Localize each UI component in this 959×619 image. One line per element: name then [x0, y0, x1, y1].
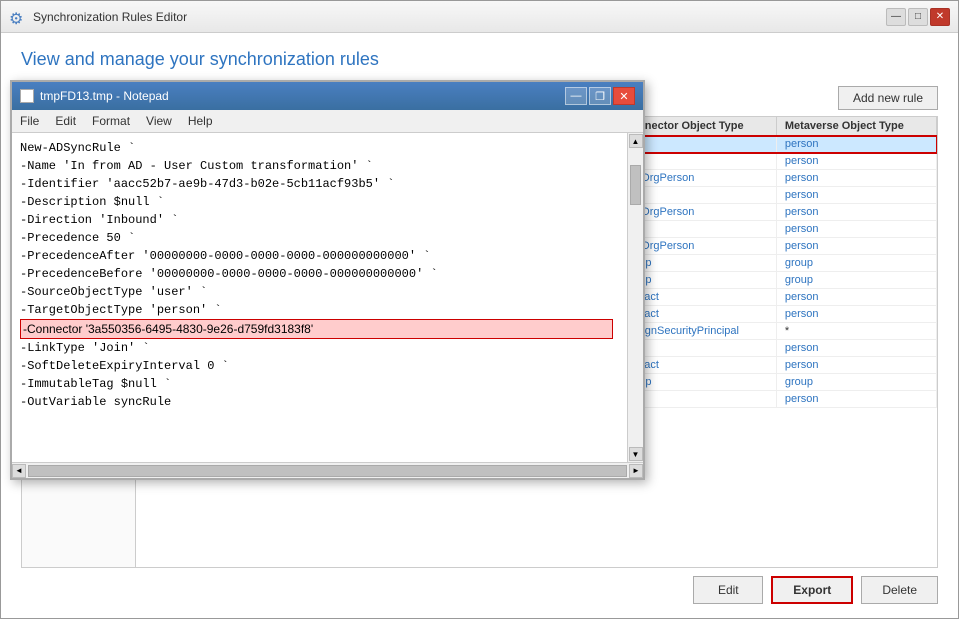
main-window: ⚙ Synchronization Rules Editor — □ ✕ Vie… [0, 0, 959, 619]
np-minimize-button[interactable]: — [565, 87, 587, 105]
notepad-scrollbar[interactable]: ▲ ▼ [627, 133, 643, 462]
export-button[interactable]: Export [771, 576, 853, 604]
np-restore-button[interactable]: ❐ [589, 87, 611, 105]
title-bar: ⚙ Synchronization Rules Editor — □ ✕ [1, 1, 958, 33]
page-heading: View and manage your synchronization rul… [21, 49, 938, 70]
delete-button[interactable]: Delete [861, 576, 938, 604]
notepad-title-text: tmpFD13.tmp - Notepad [40, 89, 169, 103]
window-controls: — □ ✕ [886, 8, 950, 26]
window-title: Synchronization Rules Editor [33, 10, 187, 24]
menu-view[interactable]: View [138, 112, 180, 130]
scrollbar-thumb[interactable] [630, 165, 641, 205]
notepad-body: New-ADSyncRule ` -Name 'In from AD - Use… [12, 133, 643, 462]
menu-help[interactable]: Help [180, 112, 221, 130]
notepad-controls: — ❐ ✕ [565, 87, 635, 105]
notepad-menu: File Edit Format View Help [12, 110, 643, 133]
menu-edit[interactable]: Edit [47, 112, 84, 130]
notepad-icon [20, 89, 34, 103]
notepad-title-bar: tmpFD13.tmp - Notepad — ❐ ✕ [12, 82, 643, 110]
minimize-button[interactable]: — [886, 8, 906, 26]
notepad-title-left: tmpFD13.tmp - Notepad [20, 89, 169, 103]
maximize-button[interactable]: □ [908, 8, 928, 26]
notepad-text-area[interactable]: New-ADSyncRule ` -Name 'In from AD - Use… [12, 133, 627, 462]
notepad-window: tmpFD13.tmp - Notepad — ❐ ✕ File Edit Fo… [10, 80, 645, 480]
add-rule-button[interactable]: Add new rule [838, 86, 938, 110]
np-close-button[interactable]: ✕ [613, 87, 635, 105]
app-icon: ⚙ [9, 9, 25, 25]
title-bar-left: ⚙ Synchronization Rules Editor [9, 9, 187, 25]
bottom-buttons: Edit Export Delete [21, 568, 938, 606]
menu-file[interactable]: File [12, 112, 47, 130]
col-metaverse-object-type: Metaverse Object Type [776, 117, 936, 136]
close-button[interactable]: ✕ [930, 8, 950, 26]
menu-format[interactable]: Format [84, 112, 138, 130]
edit-button[interactable]: Edit [693, 576, 763, 604]
notepad-hscroll[interactable]: ◄ ► [12, 462, 643, 478]
